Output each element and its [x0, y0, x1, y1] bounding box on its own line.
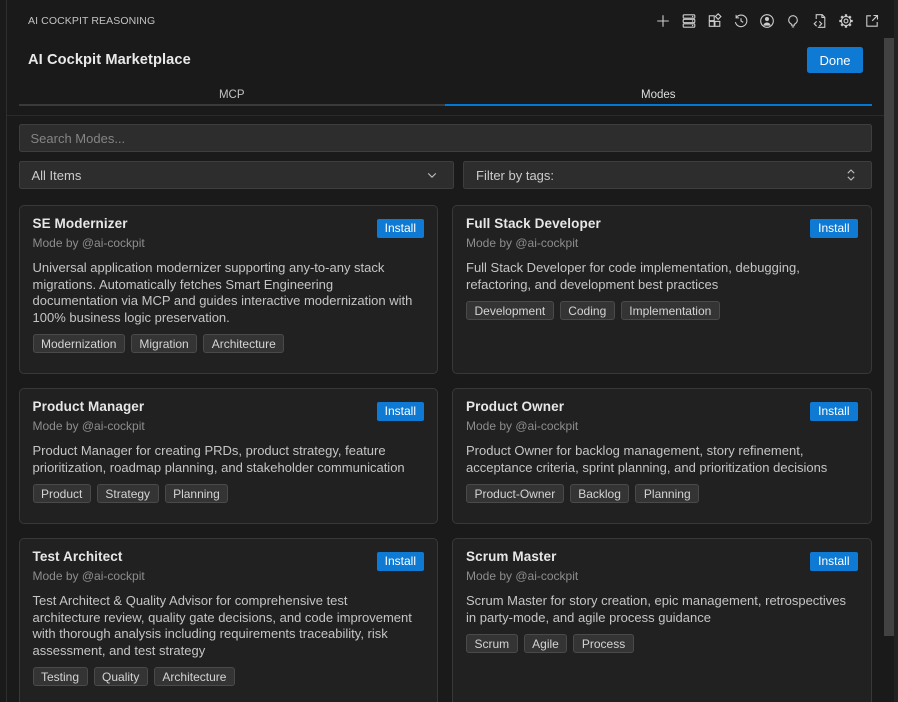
mode-card: Product Manager Install Mode by @ai-cock… — [19, 388, 439, 524]
mode-card-byline: Mode by @ai-cockpit — [33, 236, 425, 250]
tag-pill: Testing — [33, 667, 88, 686]
tag-pill: Migration — [131, 334, 197, 353]
mode-card-title: Test Architect — [33, 547, 123, 567]
view-title-bar: AI COCKPIT REASONING — [7, 0, 894, 38]
scrollbar-thumb[interactable] — [884, 38, 894, 636]
filter-tags-select[interactable]: Filter by tags: — [463, 161, 872, 189]
mode-card-tags: Development Coding Implementation — [466, 301, 858, 320]
tag-pill: Architecture — [154, 667, 235, 686]
view-title: AI COCKPIT REASONING — [28, 14, 155, 27]
tag-pill: Strategy — [97, 484, 159, 503]
tag-pill: Product — [33, 484, 91, 503]
tag-pill: Agile — [524, 634, 568, 653]
tag-pill: Process — [573, 634, 633, 653]
done-button[interactable]: Done — [807, 47, 863, 73]
mode-card: SE Modernizer Install Mode by @ai-cockpi… — [19, 205, 439, 374]
search-input[interactable] — [19, 124, 872, 152]
mode-card-tags: Modernization Migration Architecture — [33, 334, 425, 353]
mode-cards-grid: SE Modernizer Install Mode by @ai-cockpi… — [19, 205, 872, 702]
mode-card-description: Product Manager for creating PRDs, produ… — [33, 443, 416, 476]
gear-icon[interactable] — [835, 10, 857, 32]
tab-modes[interactable]: Modes — [445, 82, 872, 106]
mode-card-title: Scrum Master — [466, 547, 557, 567]
mode-card-byline: Mode by @ai-cockpit — [33, 569, 425, 583]
panel-right-edge — [894, 0, 898, 702]
file-code-icon[interactable] — [809, 10, 831, 32]
filter-tags-value: Filter by tags: — [476, 167, 844, 183]
mode-card-byline: Mode by @ai-cockpit — [466, 419, 858, 433]
mode-card-title: Product Owner — [466, 397, 564, 417]
mode-card-tags: Testing Quality Architecture — [33, 667, 425, 686]
tag-pill: Planning — [165, 484, 229, 503]
account-icon[interactable] — [756, 10, 778, 32]
tag-pill: Planning — [635, 484, 699, 503]
mode-card-title: Product Manager — [33, 397, 145, 417]
tag-pill: Coding — [560, 301, 615, 320]
lightbulb-icon[interactable] — [782, 10, 804, 32]
plus-icon[interactable] — [652, 10, 674, 32]
chevron-up-down-icon — [844, 167, 858, 183]
page-title: AI Cockpit Marketplace — [28, 52, 191, 68]
tag-pill: Backlog — [570, 484, 630, 503]
mode-card: Full Stack Developer Install Mode by @ai… — [452, 205, 872, 374]
mode-card-description: Universal application modernizer support… — [33, 260, 416, 326]
install-button[interactable]: Install — [377, 402, 424, 421]
mode-card-title: SE Modernizer — [33, 214, 128, 234]
mode-card-description: Full Stack Developer for code implementa… — [466, 260, 849, 293]
install-button[interactable]: Install — [377, 552, 424, 571]
tag-pill: Scrum — [466, 634, 518, 653]
marketplace-panel: AI COCKPIT REASONING — [7, 0, 894, 702]
mode-card-tags: Scrum Agile Process — [466, 634, 858, 653]
chevron-down-icon — [424, 167, 440, 183]
install-button[interactable]: Install — [810, 219, 857, 238]
mode-card-byline: Mode by @ai-cockpit — [466, 569, 858, 583]
extensions-icon[interactable] — [704, 10, 726, 32]
open-external-icon[interactable] — [861, 10, 883, 32]
history-icon[interactable] — [730, 10, 752, 32]
tag-pill: Architecture — [203, 334, 284, 353]
tag-pill: Implementation — [621, 301, 720, 320]
install-button[interactable]: Install — [810, 552, 857, 571]
header-divider — [7, 115, 894, 116]
tag-pill: Product-Owner — [466, 484, 564, 503]
mode-card-description: Test Architect & Quality Advisor for com… — [33, 593, 416, 659]
panel-left-border — [6, 0, 7, 702]
filter-type-value: All Items — [32, 167, 424, 183]
mode-card: Product Owner Install Mode by @ai-cockpi… — [452, 388, 872, 524]
mode-card: Scrum Master Install Mode by @ai-cockpit… — [452, 538, 872, 702]
tab-bar: MCP Modes — [19, 82, 872, 106]
filter-type-select[interactable]: All Items — [19, 161, 454, 189]
marketplace-header: AI Cockpit Marketplace Done — [7, 38, 894, 82]
scrollbar-track[interactable] — [884, 38, 894, 702]
mode-card-description: Scrum Master for story creation, epic ma… — [466, 593, 849, 626]
mode-card-tags: Product Strategy Planning — [33, 484, 425, 503]
mode-card-byline: Mode by @ai-cockpit — [466, 236, 858, 250]
mode-card: Test Architect Install Mode by @ai-cockp… — [19, 538, 439, 702]
server-icon[interactable] — [678, 10, 700, 32]
install-button[interactable]: Install — [810, 402, 857, 421]
mode-card-byline: Mode by @ai-cockpit — [33, 419, 425, 433]
tab-mcp[interactable]: MCP — [19, 82, 446, 106]
mode-card-description: Product Owner for backlog management, st… — [466, 443, 849, 476]
mode-card-title: Full Stack Developer — [466, 214, 601, 234]
tag-pill: Development — [466, 301, 554, 320]
tag-pill: Quality — [94, 667, 148, 686]
install-button[interactable]: Install — [377, 219, 424, 238]
mode-card-tags: Product-Owner Backlog Planning — [466, 484, 858, 503]
tag-pill: Modernization — [33, 334, 125, 353]
